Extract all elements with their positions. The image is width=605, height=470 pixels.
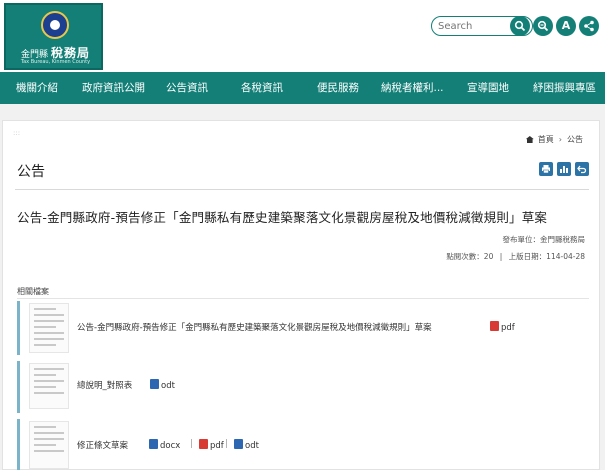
- site-logo[interactable]: 金門縣 稅務局 Tax Bureau, Kinmen County: [4, 3, 103, 70]
- file-item: 總說明_對照表 odt: [17, 361, 589, 415]
- chart-button[interactable]: [557, 162, 571, 176]
- nav-item-about[interactable]: 機關介紹: [16, 72, 58, 104]
- zoom-icon: [537, 20, 549, 32]
- nav-item-services[interactable]: 便民服務: [317, 72, 359, 104]
- logo-english: Tax Bureau, Kinmen County: [20, 59, 91, 65]
- main-nav: 機關介紹 政府資訊公開 公告資訊 各稅資訊 便民服務 納稅者權利... 宣導園地…: [0, 72, 605, 104]
- nav-item-open-gov[interactable]: 政府資訊公開: [82, 72, 145, 104]
- odt-icon: [234, 439, 243, 449]
- odt-link[interactable]: odt: [234, 439, 259, 451]
- search-button[interactable]: [510, 16, 530, 36]
- pdf-link[interactable]: pdf: [199, 439, 224, 451]
- breadcrumb-home[interactable]: 首頁: [538, 135, 554, 144]
- nav-item-announcements[interactable]: 公告資訊: [166, 72, 208, 104]
- file-item: 公告-金門縣政府-預告修正「金門縣私有歷史建築聚落文化景觀房屋稅及地價稅減徵規則…: [17, 301, 589, 357]
- odt-link[interactable]: odt: [150, 379, 175, 391]
- advanced-search-button[interactable]: [533, 16, 553, 36]
- meta-separator: |: [499, 252, 503, 261]
- file-title: 修正條文草案: [77, 441, 129, 451]
- chart-icon: [560, 166, 568, 173]
- meta-line: 點閱次數：20 | 上版日期：114-04-28: [446, 251, 585, 262]
- view-count: 點閱次數：20: [446, 252, 494, 261]
- file-thumbnail[interactable]: [29, 363, 69, 409]
- content-panel: ::: 首頁 › 公告 公告 公告-金門縣政府-預告修正「金門縣私有歷史建築聚落文化…: [2, 120, 600, 470]
- breadcrumb: 首頁 › 公告: [525, 134, 583, 145]
- related-files-label: 相關檔案: [17, 287, 49, 296]
- back-button[interactable]: [575, 162, 589, 176]
- share-icon: [584, 20, 594, 32]
- breadcrumb-separator: ›: [558, 135, 562, 144]
- site-header: 金門縣 稅務局 Tax Bureau, Kinmen County A: [0, 0, 605, 72]
- format-separator: |: [225, 439, 228, 449]
- publisher: 發布單位：金門縣稅務局: [502, 235, 586, 244]
- file-accent-bar: [17, 301, 20, 355]
- docx-link[interactable]: docx: [149, 439, 180, 451]
- nav-item-promotion[interactable]: 宣導園地: [467, 72, 509, 104]
- corner-mark: :::: [13, 129, 21, 137]
- nav-item-taxpayer-rights[interactable]: 納稅者權利...: [381, 72, 444, 104]
- title-divider: [15, 189, 589, 190]
- related-files-divider: [17, 298, 589, 299]
- print-button[interactable]: [539, 162, 553, 176]
- page-title: 公告: [17, 164, 45, 180]
- pdf-icon: [199, 439, 208, 449]
- print-icon: [542, 165, 550, 174]
- announcement-headline: 公告-金門縣政府-預告修正「金門縣私有歷史建築聚落文化景觀房屋稅及地價稅減徵規則…: [17, 210, 548, 225]
- home-icon: [525, 136, 534, 143]
- share-button[interactable]: [579, 16, 599, 36]
- update-date: 上版日期：114-04-28: [508, 252, 585, 261]
- file-accent-bar: [17, 419, 20, 470]
- font-size-button[interactable]: A: [556, 16, 576, 36]
- pdf-link[interactable]: pdf: [490, 321, 515, 333]
- docx-icon: [149, 439, 158, 449]
- file-title: 總說明_對照表: [77, 381, 133, 391]
- file-accent-bar: [17, 361, 20, 413]
- format-separator: |: [190, 439, 193, 449]
- pdf-icon: [490, 321, 499, 331]
- odt-icon: [150, 379, 159, 389]
- file-title: 公告-金門縣政府-預告修正「金門縣私有歷史建築聚落文化景觀房屋稅及地價稅減徵規則…: [77, 323, 432, 333]
- seal-icon: [41, 11, 69, 39]
- file-thumbnail[interactable]: [29, 421, 69, 469]
- breadcrumb-current: 公告: [567, 135, 583, 144]
- nav-item-tax-info[interactable]: 各稅資訊: [241, 72, 283, 104]
- search-icon: [514, 20, 526, 32]
- search-input[interactable]: [438, 19, 508, 33]
- file-item: 修正條文草案 docx | pdf | odt: [17, 419, 589, 470]
- nav-item-relief[interactable]: 紓困振興專區: [533, 72, 596, 104]
- file-thumbnail[interactable]: [29, 303, 69, 353]
- back-icon: [577, 165, 587, 174]
